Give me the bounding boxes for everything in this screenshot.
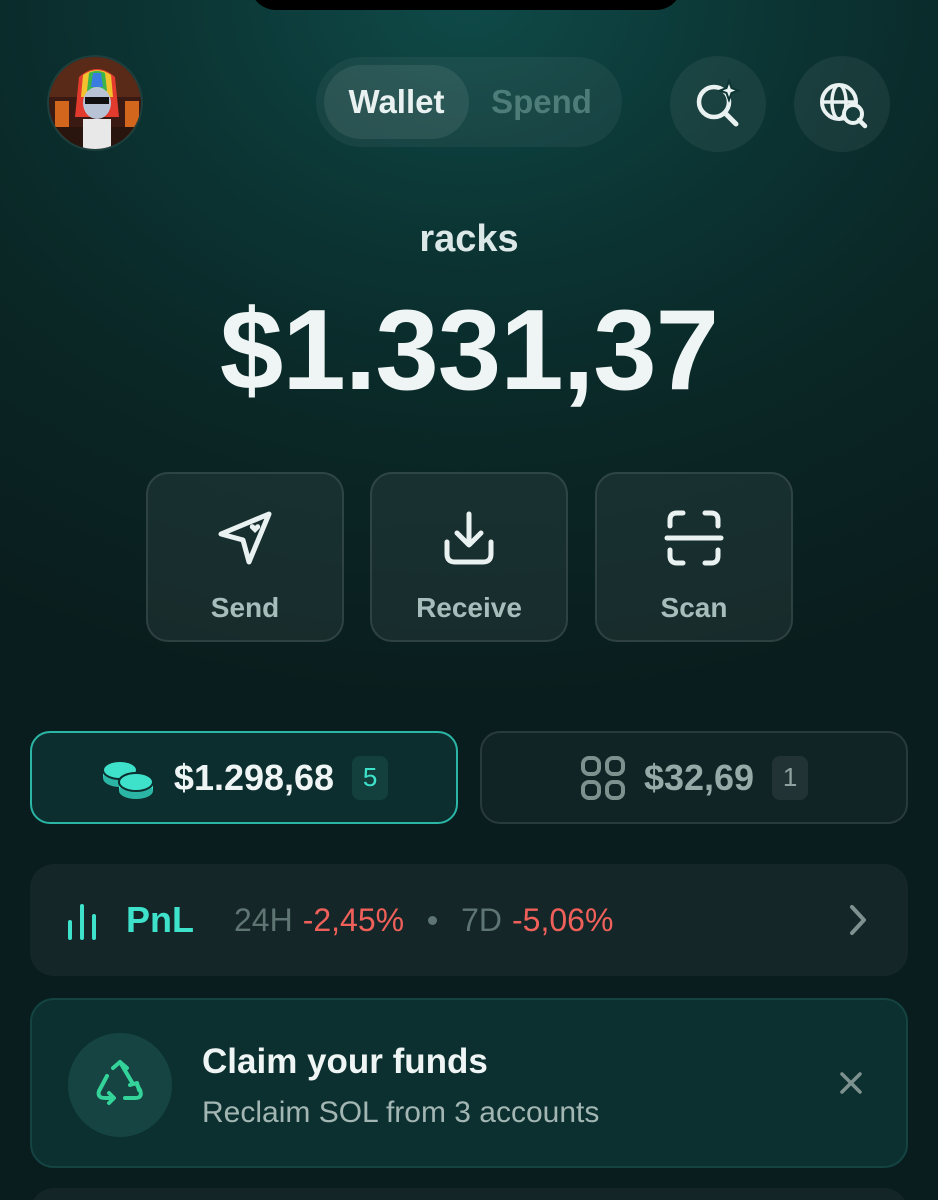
close-icon[interactable] [838, 1070, 864, 1096]
pnl-24h-label: 24H [234, 901, 293, 938]
receive-icon [444, 511, 494, 565]
account-name[interactable]: racks [0, 218, 938, 261]
tokens-tab[interactable]: $1.298,68 5 [30, 731, 458, 824]
wallet-spend-switch: Wallet Spend [316, 57, 622, 147]
device-notch [250, 0, 682, 10]
grid-icon [580, 755, 625, 800]
tab-spend[interactable]: Spend [469, 65, 614, 139]
pnl-24h-change: -2,45% [302, 901, 405, 938]
tab-wallet[interactable]: Wallet [324, 65, 469, 139]
scan-label: Scan [660, 592, 728, 623]
pnl-7d-change: -5,06% [512, 901, 614, 938]
pnl-row[interactable]: PnL 24H -2,45% 7D -5,06% [30, 864, 908, 976]
sparkle-search-icon [696, 78, 741, 127]
collectibles-count-badge: 1 [772, 755, 809, 800]
pnl-7d-label: 7D [461, 901, 502, 938]
claim-icon-badge [68, 1033, 172, 1137]
receive-button[interactable]: Receive [370, 472, 568, 642]
separator-dot [428, 915, 438, 925]
chevron-right-icon [850, 905, 866, 935]
receive-label: Receive [416, 592, 522, 623]
claim-title: Claim your funds [202, 1042, 488, 1081]
tokens-count-badge: 5 [352, 755, 389, 800]
scan-button[interactable]: Scan [595, 472, 793, 642]
claim-funds-banner[interactable]: Claim your funds Reclaim SOL from 3 acco… [30, 998, 908, 1168]
recycle-icon [96, 1060, 143, 1105]
explore-button[interactable] [794, 56, 890, 152]
send-icon [218, 511, 272, 565]
next-card-edge [30, 1188, 908, 1200]
total-balance: $1.331,37 [219, 287, 719, 414]
avatar-image [49, 57, 141, 149]
globe-search-icon [820, 83, 868, 129]
scan-icon [664, 510, 724, 566]
profile-avatar[interactable] [47, 55, 143, 151]
ai-search-button[interactable] [670, 56, 766, 152]
collectibles-tab[interactable]: $32,69 1 [480, 731, 908, 824]
claim-subtitle: Reclaim SOL from 3 accounts [202, 1096, 600, 1129]
tokens-value: $1.298,68 [173, 756, 335, 798]
pnl-title: PnL [126, 899, 194, 940]
collectibles-value: $32,69 [643, 756, 755, 798]
coins-icon [101, 759, 154, 799]
bar-chart-icon [68, 904, 96, 940]
send-button[interactable]: Send [146, 472, 344, 642]
send-label: Send [210, 592, 280, 623]
